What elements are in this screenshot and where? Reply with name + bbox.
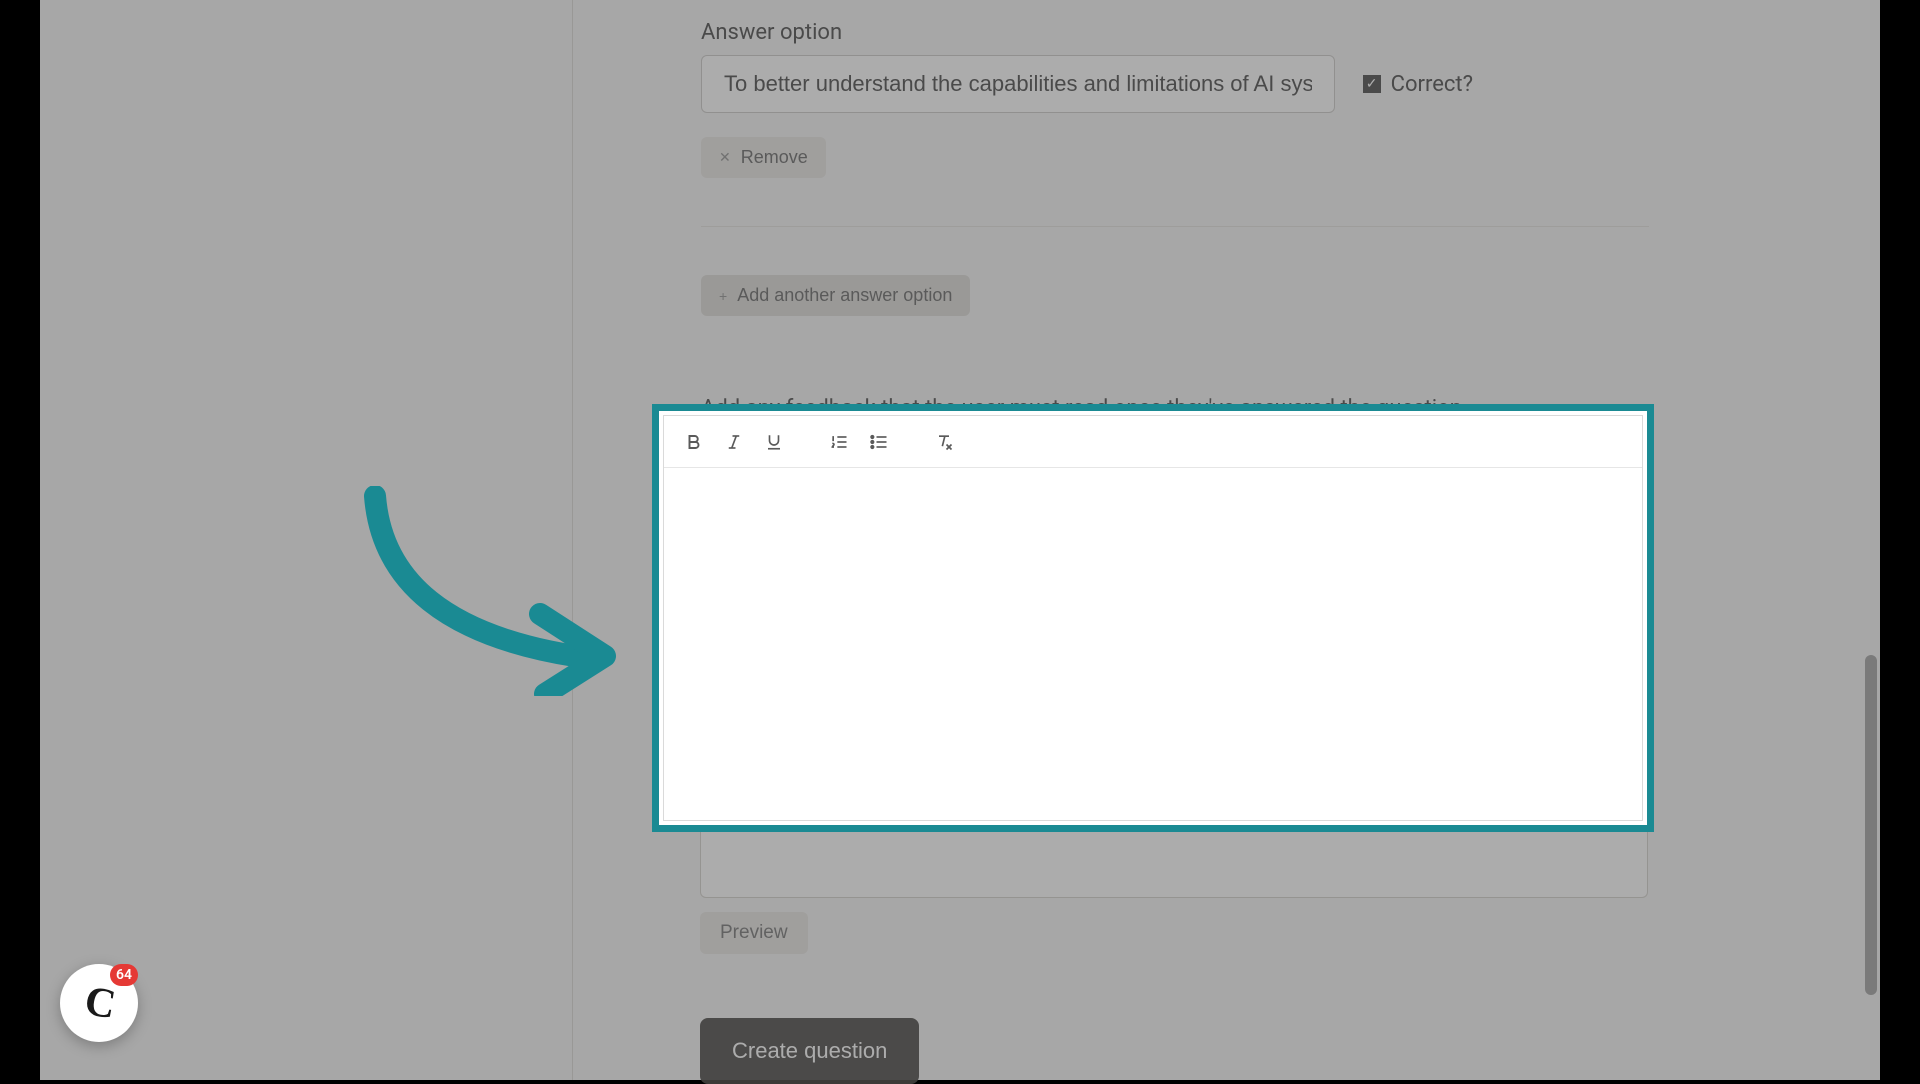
correct-label: Correct? (1391, 72, 1473, 97)
scrollbar-thumb[interactable] (1865, 655, 1877, 995)
callout-arrow-icon (345, 486, 645, 696)
form-content: Answer option ✓ Correct? ✕ Remove + Add … (573, 0, 1473, 421)
chat-widget-button[interactable]: C 64 (60, 964, 138, 1042)
clear-formatting-icon (934, 432, 954, 452)
underline-icon (765, 433, 783, 451)
feedback-editor-body[interactable] (664, 468, 1642, 820)
scrollbar-track[interactable] (1863, 0, 1877, 1080)
ordered-list-button[interactable] (819, 422, 859, 462)
preview-button-label: Preview (720, 922, 788, 944)
remove-button-label: Remove (741, 147, 808, 168)
italic-icon (725, 433, 743, 451)
unordered-list-button[interactable] (859, 422, 899, 462)
chat-badge: 64 (110, 964, 138, 986)
create-question-label: Create question (732, 1038, 887, 1063)
correct-toggle-wrap[interactable]: ✓ Correct? (1363, 72, 1473, 97)
answer-option-label: Answer option (701, 20, 1473, 45)
editor-lower-panel (700, 832, 1648, 898)
underline-button[interactable] (754, 422, 794, 462)
close-icon: ✕ (719, 149, 731, 166)
unordered-list-icon (869, 432, 889, 452)
ordered-list-icon (829, 432, 849, 452)
italic-button[interactable] (714, 422, 754, 462)
feedback-editor (663, 415, 1643, 821)
answer-row: ✓ Correct? (701, 55, 1473, 113)
bold-icon (685, 433, 703, 451)
feedback-editor-highlight (653, 405, 1653, 831)
add-answer-option-button[interactable]: + Add another answer option (701, 275, 970, 316)
plus-icon: + (719, 288, 727, 304)
checkbox-icon[interactable]: ✓ (1363, 75, 1381, 93)
answer-option-input[interactable] (701, 55, 1335, 113)
chat-logo-icon: C (81, 977, 117, 1029)
add-answer-option-label: Add another answer option (737, 285, 952, 306)
remove-button[interactable]: ✕ Remove (701, 137, 826, 178)
create-question-button[interactable]: Create question (700, 1018, 919, 1084)
clear-formatting-button[interactable] (924, 422, 964, 462)
bold-button[interactable] (674, 422, 714, 462)
preview-button[interactable]: Preview (700, 912, 808, 954)
section-divider (701, 226, 1649, 227)
editor-toolbar (664, 416, 1642, 468)
